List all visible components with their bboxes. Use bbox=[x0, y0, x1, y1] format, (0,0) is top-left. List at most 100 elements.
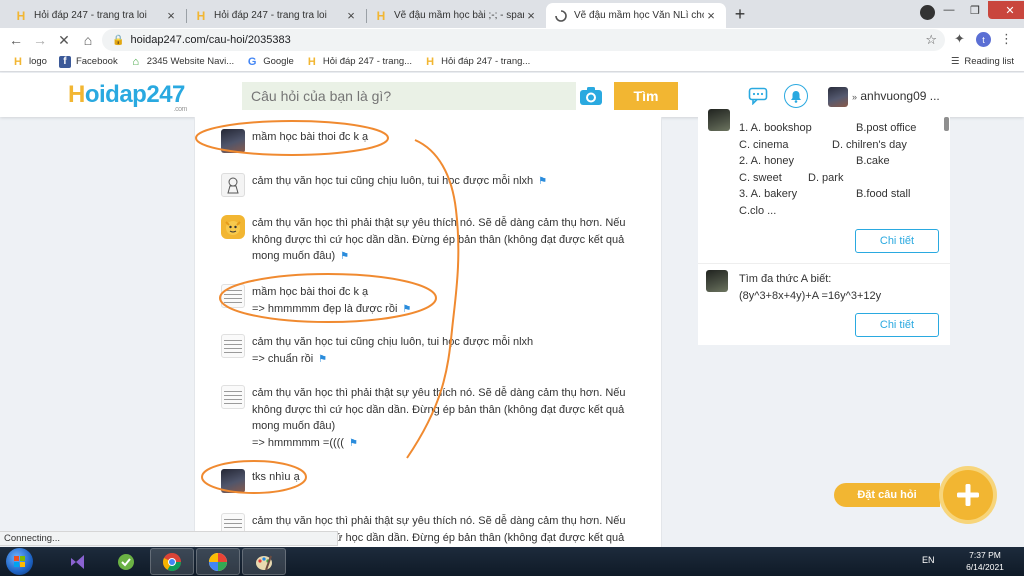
comment-text: => chuẩn rồi bbox=[252, 352, 314, 365]
paint-icon[interactable] bbox=[242, 548, 286, 575]
notification-bell-icon[interactable] bbox=[784, 84, 808, 108]
report-flag-icon[interactable]: ⚑ bbox=[318, 354, 327, 365]
avatar[interactable] bbox=[221, 385, 245, 409]
browser-tab-active[interactable]: Vẽ đậu mầm học Văn NLì cho em × bbox=[546, 3, 726, 28]
comment-text: cảm thụ văn học thì phải thật sự yêu thí… bbox=[252, 515, 626, 527]
bookmark-item[interactable]: f Facebook bbox=[58, 55, 118, 68]
user-avatar[interactable] bbox=[828, 87, 848, 107]
bookmark-item[interactable]: G Google bbox=[246, 56, 294, 68]
bookmark-item[interactable]: ⌂ 2345 Website Navi... bbox=[130, 56, 234, 68]
avatar[interactable] bbox=[706, 270, 728, 292]
comment-item: cảm thụ văn học tui cũng chịu luôn, tui … bbox=[221, 334, 652, 368]
avatar[interactable] bbox=[221, 173, 245, 197]
search-box bbox=[242, 82, 576, 110]
window-close-icon[interactable]: ✕ bbox=[988, 1, 1024, 19]
close-icon[interactable]: × bbox=[164, 8, 178, 23]
reading-list-button[interactable]: ☰ Reading list bbox=[951, 56, 1014, 67]
h-logo-icon: H bbox=[196, 8, 206, 23]
chat-bubble-icon[interactable] bbox=[746, 85, 770, 107]
avatar[interactable] bbox=[221, 469, 245, 493]
question-text: Tìm đa thức A biết: bbox=[739, 273, 832, 285]
windows-taskbar: EN 7:37 PM 6/14/2021 bbox=[0, 547, 1024, 576]
camera-icon[interactable] bbox=[578, 85, 604, 107]
answer-option-row: B.cake bbox=[856, 155, 890, 167]
answer-option-row: 2. A. honey bbox=[739, 155, 795, 167]
browser-tab[interactable]: H Hỏi đáp 247 - trang tra loi × bbox=[6, 3, 186, 28]
window-controls: — ❐ ✕ bbox=[936, 0, 1024, 20]
comment-text: cảm thụ văn học thì phải thật sự yêu thí… bbox=[252, 217, 626, 229]
answer-option-row: C.clo ... bbox=[739, 205, 777, 217]
browser-tab[interactable]: H Hỏi đáp 247 - trang tra loi × bbox=[186, 3, 366, 28]
report-flag-icon[interactable]: ⚑ bbox=[349, 438, 358, 449]
report-flag-icon[interactable]: ⚑ bbox=[402, 304, 411, 315]
comment-text: mầm học bài thoi đc k ạ bbox=[252, 131, 369, 143]
close-icon[interactable]: × bbox=[704, 8, 718, 23]
h-logo-icon: H bbox=[376, 8, 386, 23]
comment-text: mầm học bài thoi đc k ạ bbox=[252, 286, 369, 298]
user-menu[interactable]: » anhvuong09 ... bbox=[852, 89, 940, 103]
bookmark-item[interactable]: H logo bbox=[12, 56, 47, 68]
ask-question-label[interactable]: Đặt câu hỏi bbox=[834, 483, 940, 507]
search-button[interactable]: Tìm bbox=[614, 82, 678, 110]
avatar[interactable] bbox=[221, 129, 245, 153]
reading-list-icon: ☰ bbox=[950, 56, 960, 67]
answer-option-row: C. sweet bbox=[739, 172, 782, 184]
visual-studio-icon[interactable] bbox=[56, 548, 100, 575]
google-icon: G bbox=[247, 55, 257, 68]
language-indicator[interactable]: EN bbox=[922, 555, 935, 565]
status-bubble: Connecting... bbox=[0, 531, 338, 546]
browser-toolbar: ← → ✕ ⌂ 🔒 hoidap247.com/cau-hoi/2035383 … bbox=[0, 28, 1024, 52]
lock-icon: 🔒 bbox=[112, 34, 125, 46]
new-tab-button[interactable]: + bbox=[730, 4, 750, 24]
close-icon[interactable]: × bbox=[524, 8, 538, 23]
2345-icon: ⌂ bbox=[132, 55, 140, 68]
double-chevron-down-icon: » bbox=[852, 92, 858, 102]
tab-strip: H Hỏi đáp 247 - trang tra loi × H Hỏi đá… bbox=[0, 0, 1024, 28]
back-arrow-icon[interactable]: ← bbox=[4, 29, 28, 51]
comment-text: => hmmmmm =(((( bbox=[252, 436, 344, 449]
comment-text: tks nhìu ạ bbox=[252, 471, 300, 483]
comment-text: mong muốn đâu) bbox=[252, 250, 336, 262]
close-icon[interactable]: × bbox=[344, 8, 358, 23]
tab-title: Hỏi đáp 247 - trang tra loi bbox=[214, 10, 327, 21]
search-input[interactable] bbox=[251, 88, 541, 104]
bookmark-item[interactable]: H Hỏi đáp 247 - trang... bbox=[424, 56, 530, 68]
report-flag-icon[interactable]: ⚑ bbox=[538, 176, 547, 187]
bookmark-item[interactable]: H Hỏi đáp 247 - trang... bbox=[306, 56, 412, 68]
profile-indicator-icon[interactable] bbox=[920, 5, 935, 20]
profile-avatar[interactable]: t bbox=[976, 32, 991, 47]
home-icon[interactable]: ⌂ bbox=[76, 29, 100, 51]
app-icon[interactable] bbox=[104, 548, 148, 575]
h-logo-icon: H bbox=[426, 55, 435, 68]
related-questions-panel: 1. A. bookshop B.post office C. cinema D… bbox=[698, 109, 950, 345]
start-button[interactable] bbox=[6, 548, 33, 575]
report-flag-icon[interactable]: ⚑ bbox=[340, 251, 349, 262]
forward-arrow-icon[interactable]: → bbox=[28, 29, 52, 51]
avatar[interactable] bbox=[708, 109, 730, 131]
tab-title: Hỏi đáp 247 - trang tra loi bbox=[34, 10, 147, 21]
scrollbar-thumb[interactable] bbox=[944, 117, 949, 131]
minimize-icon[interactable]: — bbox=[936, 1, 962, 19]
chrome-icon[interactable] bbox=[150, 548, 194, 575]
browser-tab[interactable]: H Vẽ đậu mầm học bài ;-; - spam ;-; × bbox=[366, 3, 546, 28]
comment-item: cảm thụ văn học thì phải thật sự yêu thí… bbox=[221, 215, 652, 266]
ask-question-button[interactable] bbox=[943, 470, 993, 520]
details-button[interactable]: Chi tiết bbox=[855, 229, 939, 253]
h-logo-icon: H bbox=[307, 55, 316, 68]
avatar[interactable] bbox=[221, 284, 245, 308]
avatar[interactable] bbox=[221, 334, 245, 358]
picasa-icon[interactable] bbox=[196, 548, 240, 575]
facebook-icon: f bbox=[58, 55, 71, 68]
system-clock[interactable]: 7:37 PM 6/14/2021 bbox=[958, 549, 1012, 573]
kebab-menu-icon[interactable]: ⋮ bbox=[1000, 31, 1013, 47]
answer-option-row: D. chilren's day bbox=[832, 139, 907, 151]
details-button[interactable]: Chi tiết bbox=[855, 313, 939, 337]
avatar[interactable] bbox=[221, 215, 245, 239]
address-bar[interactable]: 🔒 hoidap247.com/cau-hoi/2035383 ☆ bbox=[102, 29, 945, 51]
bookmark-star-icon[interactable]: ☆ bbox=[925, 32, 937, 48]
maximize-icon[interactable]: ❐ bbox=[962, 1, 988, 19]
answer-option-row: B.post office bbox=[856, 122, 917, 134]
extensions-puzzle-icon[interactable]: ✦ bbox=[954, 31, 965, 47]
site-logo[interactable]: Hoidap247 .com bbox=[68, 81, 187, 113]
stop-loading-icon[interactable]: ✕ bbox=[52, 29, 76, 51]
